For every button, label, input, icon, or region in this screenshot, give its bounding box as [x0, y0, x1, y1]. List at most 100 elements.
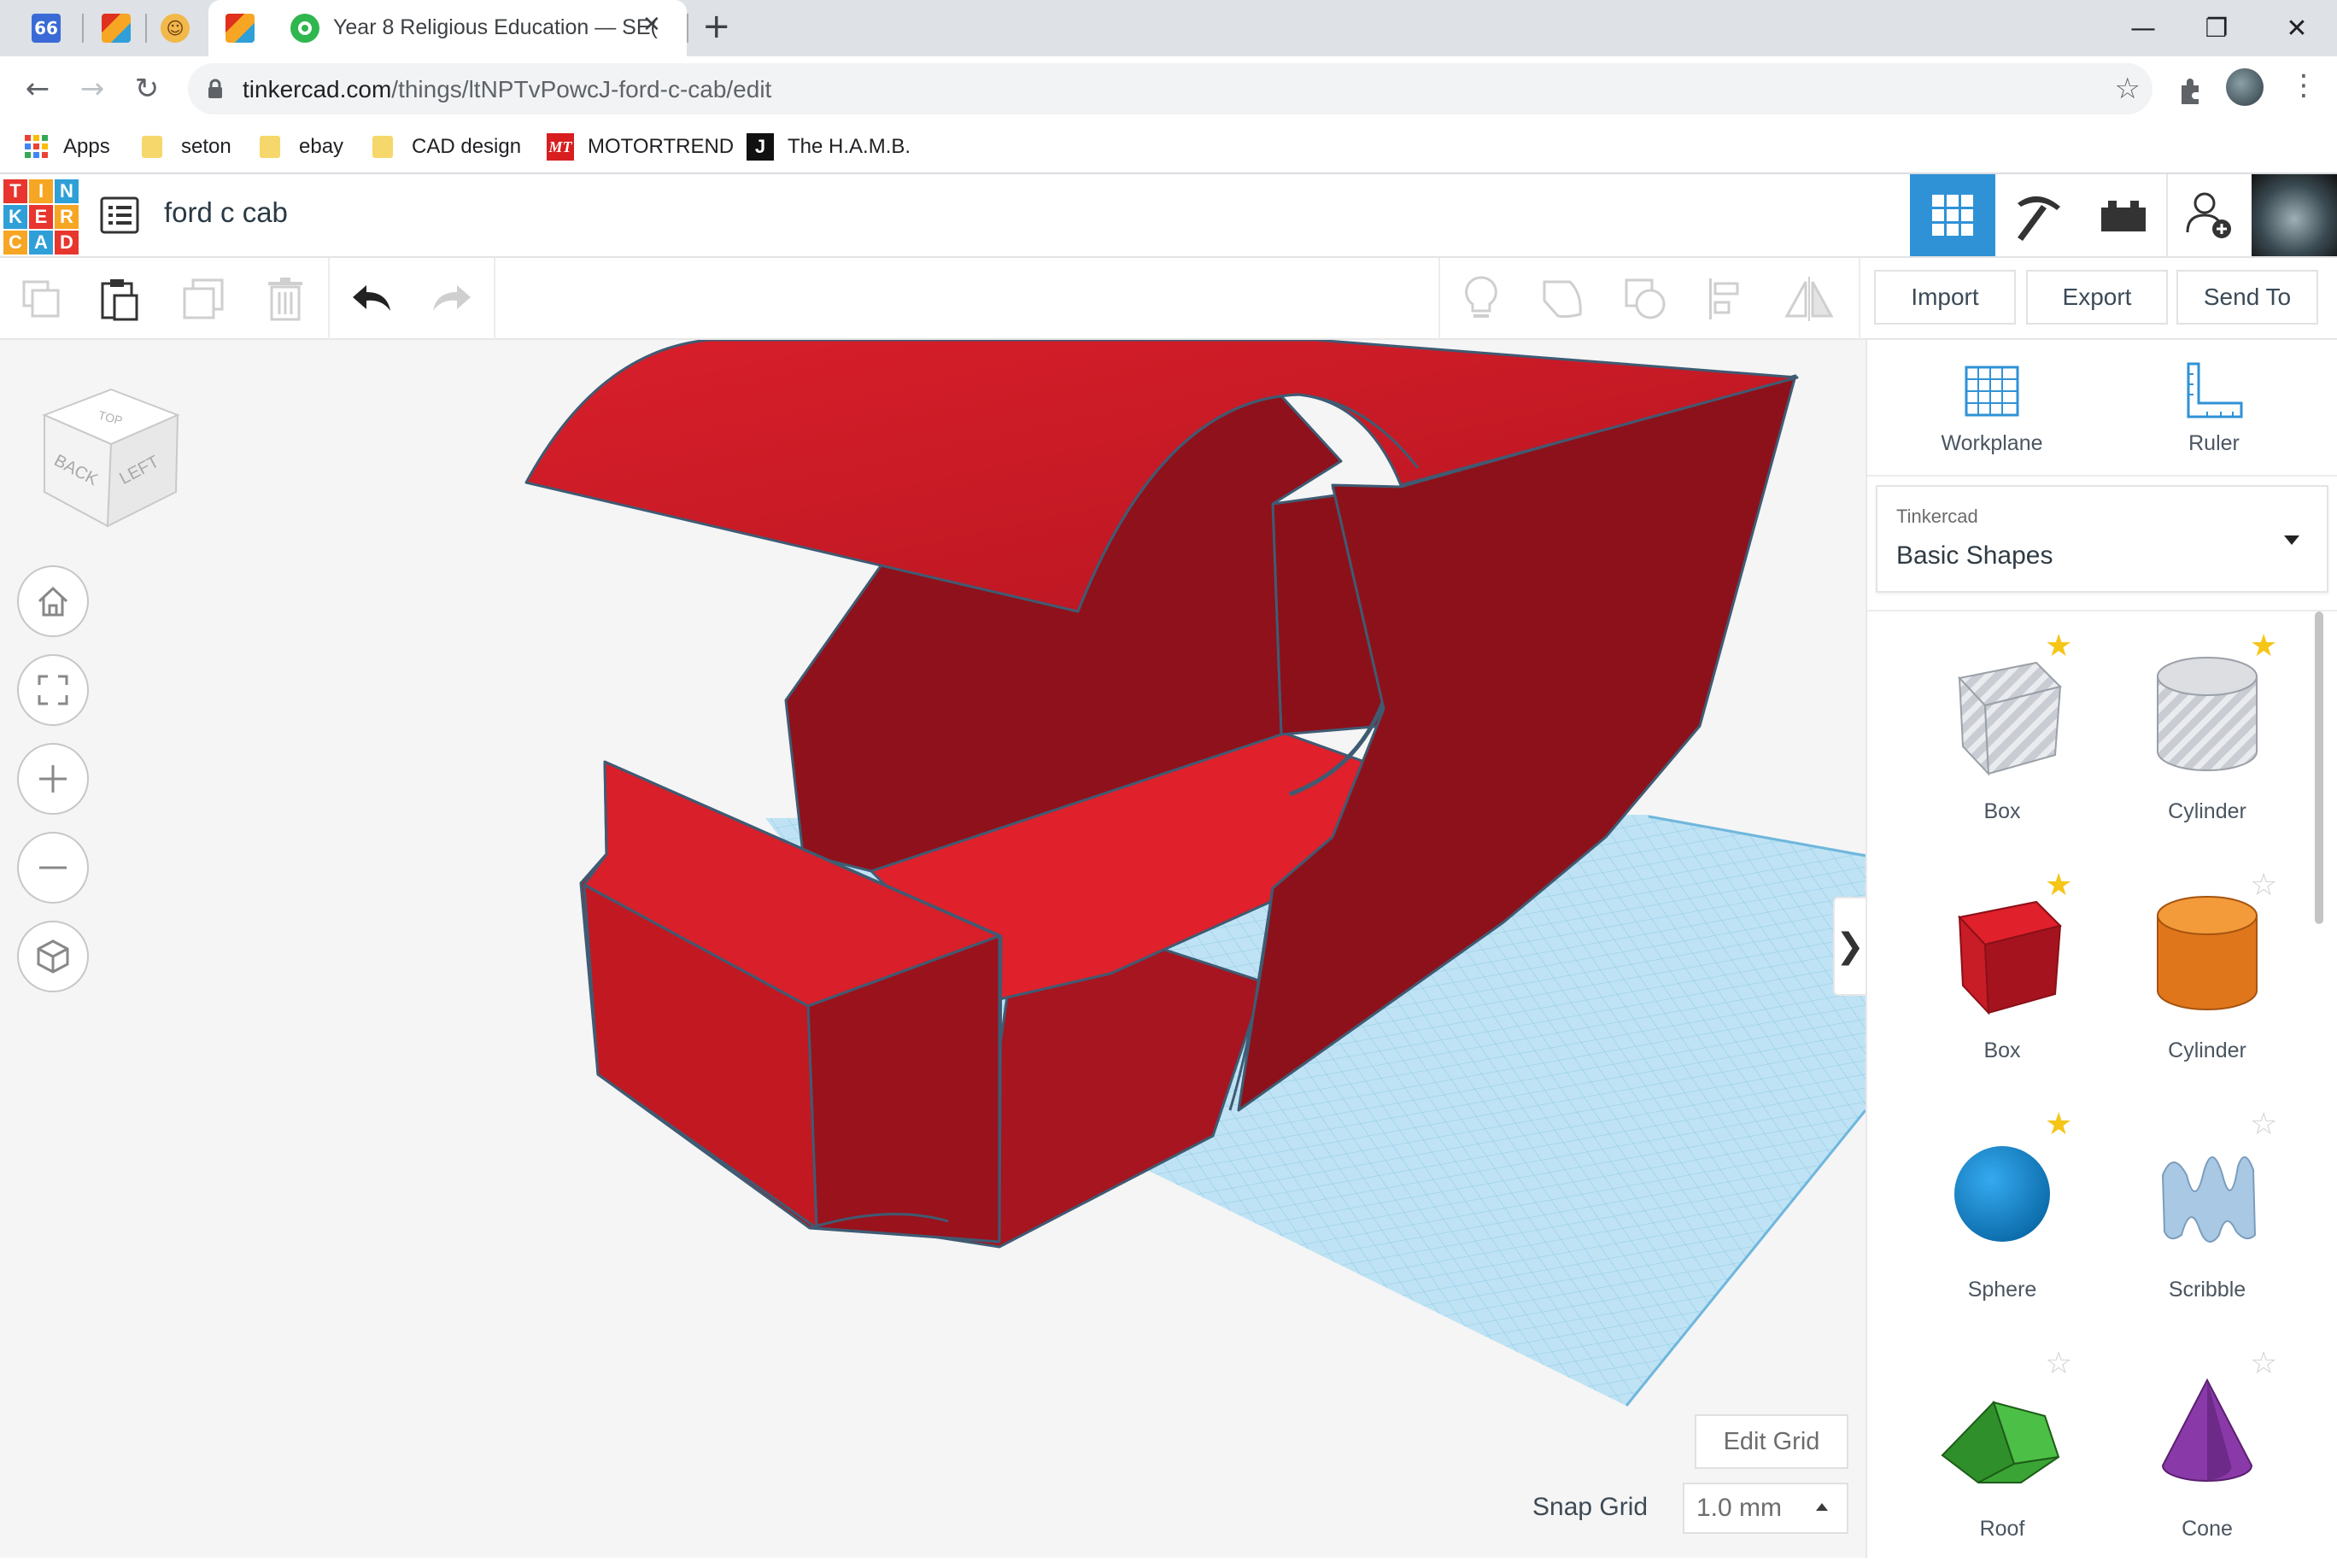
minus-icon: [39, 866, 67, 869]
user-avatar[interactable]: [2252, 174, 2337, 256]
reload-button[interactable]: ↻: [126, 68, 167, 109]
bookmark-motortrend[interactable]: MT MOTORTREND: [547, 130, 734, 164]
shape-box[interactable]: ★ Box: [1900, 868, 2105, 1090]
bookmark-seton[interactable]: seton: [142, 130, 231, 164]
motortrend-logo-icon: MT: [547, 133, 574, 161]
tinkercad-favicon-icon: [226, 14, 255, 43]
mirror-icon: [1784, 277, 1834, 321]
panel-scrollbar[interactable]: [2315, 611, 2323, 924]
blocks-mode-button[interactable]: [1995, 174, 2081, 256]
shape-cylinder-hole[interactable]: ★ Cylinder: [2105, 629, 2310, 851]
favorite-star-icon[interactable]: ★: [2045, 629, 2072, 664]
extensions-icon[interactable]: [2175, 72, 2209, 106]
active-tab-title: Year 8 Religious Education — SE(: [333, 15, 658, 39]
favorite-star-icon[interactable]: ☆: [2250, 868, 2277, 903]
favorite-star-icon[interactable]: ★: [2045, 868, 2072, 903]
shape-sphere[interactable]: ★ Sphere: [1900, 1107, 2105, 1329]
collapse-panel-button[interactable]: ❯: [1833, 897, 1866, 996]
favorite-star-icon[interactable]: ★: [2045, 1107, 2072, 1142]
hamb-logo-icon: J: [747, 133, 774, 161]
undo-icon: [353, 285, 390, 311]
shape-cone[interactable]: ☆ Cone: [2105, 1346, 2310, 1568]
logo-letter: R: [55, 205, 79, 229]
logo-letter: N: [55, 179, 79, 203]
ungroup-icon: [1625, 278, 1666, 319]
ungroup-button[interactable]: [1620, 273, 1671, 325]
browser-tab-1[interactable]: 66: [12, 0, 80, 56]
minimize-button[interactable]: —: [2122, 7, 2164, 50]
bookmark-apps[interactable]: Apps: [24, 130, 110, 164]
copy-button[interactable]: [15, 273, 67, 325]
group-button[interactable]: [1538, 273, 1589, 325]
bookmark-star-icon[interactable]: ☆: [2115, 72, 2141, 106]
fit-view-button[interactable]: [17, 654, 89, 726]
bookmark-cad-design[interactable]: CAD design: [372, 130, 521, 164]
zoom-out-button[interactable]: [17, 832, 89, 904]
back-button[interactable]: ←: [17, 68, 58, 109]
browser-menu-icon[interactable]: ⋮: [2289, 68, 2318, 102]
edit-grid-button[interactable]: Edit Grid: [1695, 1414, 1848, 1469]
bricks-mode-button[interactable]: [2081, 174, 2166, 256]
shape-scribble[interactable]: ☆ Scribble: [2105, 1107, 2310, 1329]
tab-favicon-icon: ☺: [161, 14, 190, 43]
import-button[interactable]: Import: [1874, 270, 2016, 325]
restore-button[interactable]: ❐: [2195, 7, 2238, 50]
workplane-scene[interactable]: [0, 340, 1866, 1558]
workplane-tool[interactable]: Workplane: [1906, 360, 2077, 456]
bookmark-hamb[interactable]: J The H.A.M.B.: [747, 130, 911, 164]
browser-tab-2[interactable]: [82, 0, 150, 56]
shape-roof[interactable]: ☆ Roof: [1900, 1346, 2105, 1568]
shape-library-dropdown[interactable]: Tinkercad Basic Shapes: [1876, 485, 2328, 593]
url-text: tinkercad.com/things/ltNPTvPowcJ-ford-c-…: [243, 76, 772, 102]
logo-letter: C: [3, 231, 27, 255]
send-to-button[interactable]: Send To: [2176, 270, 2318, 325]
folder-icon: [372, 136, 393, 158]
home-view-button[interactable]: [17, 565, 89, 637]
paste-button[interactable]: [94, 273, 145, 325]
mirror-button[interactable]: [1784, 273, 1835, 325]
trash-icon: [268, 278, 302, 321]
shape-cylinder[interactable]: ☆ Cylinder: [2105, 868, 2310, 1090]
tinkercad-logo[interactable]: TIN KER CAD: [3, 179, 79, 255]
ruler-tool[interactable]: Ruler: [2129, 360, 2299, 456]
3d-workspace[interactable]: TOP BACK LEFT ❯ Edit Grid Snap Grid 1.0 …: [0, 340, 1866, 1558]
3d-design-view-button[interactable]: [1910, 174, 1995, 256]
fit-all-icon: [38, 675, 68, 705]
favorite-star-icon[interactable]: ☆: [2250, 1346, 2277, 1381]
duplicate-button[interactable]: [178, 273, 229, 325]
folder-icon: [260, 136, 280, 158]
undo-button[interactable]: [347, 273, 398, 325]
perspective-toggle-button[interactable]: [17, 921, 89, 992]
clipboard-icon: [101, 279, 138, 321]
delete-button[interactable]: [260, 273, 311, 325]
favorite-star-icon[interactable]: ☆: [2045, 1346, 2072, 1381]
redo-button[interactable]: [425, 273, 477, 325]
shape-box-hole[interactable]: ★ Box: [1900, 629, 2105, 851]
zoom-in-button[interactable]: [17, 743, 89, 815]
forward-button[interactable]: →: [72, 68, 113, 109]
notes-button[interactable]: [1456, 273, 1507, 325]
project-title[interactable]: ford c cab: [164, 196, 288, 229]
close-tab-icon[interactable]: ✕: [642, 12, 661, 38]
plus-icon: [39, 765, 67, 793]
pickaxe-icon: [2018, 196, 2060, 241]
address-bar[interactable]: tinkercad.com/things/ltNPTvPowcJ-ford-c-…: [188, 63, 2152, 114]
align-button[interactable]: [1702, 273, 1753, 325]
favorite-star-icon[interactable]: ★: [2250, 629, 2277, 664]
close-window-button[interactable]: ✕: [2276, 7, 2318, 50]
invite-user-button[interactable]: [2166, 174, 2252, 256]
redo-icon: [433, 285, 471, 311]
view-cube[interactable]: TOP BACK LEFT: [34, 381, 188, 535]
snap-grid-select[interactable]: 1.0 mm: [1683, 1483, 1848, 1534]
design-list-icon[interactable]: [99, 195, 140, 236]
browser-tab-strip: 66 ☺ Year 8 Religious Education — SE( ✕ …: [0, 0, 2337, 56]
new-tab-button[interactable]: +: [702, 7, 731, 46]
profile-avatar[interactable]: [2226, 68, 2264, 106]
brick-icon: [2101, 201, 2146, 231]
favorite-star-icon[interactable]: ☆: [2250, 1107, 2277, 1142]
add-user-icon: [2186, 192, 2231, 238]
export-button[interactable]: Export: [2026, 270, 2168, 325]
snap-grid-label: Snap Grid: [1532, 1493, 1649, 1521]
browser-tab-3[interactable]: ☺: [144, 0, 207, 56]
bookmark-ebay[interactable]: ebay: [260, 130, 343, 164]
